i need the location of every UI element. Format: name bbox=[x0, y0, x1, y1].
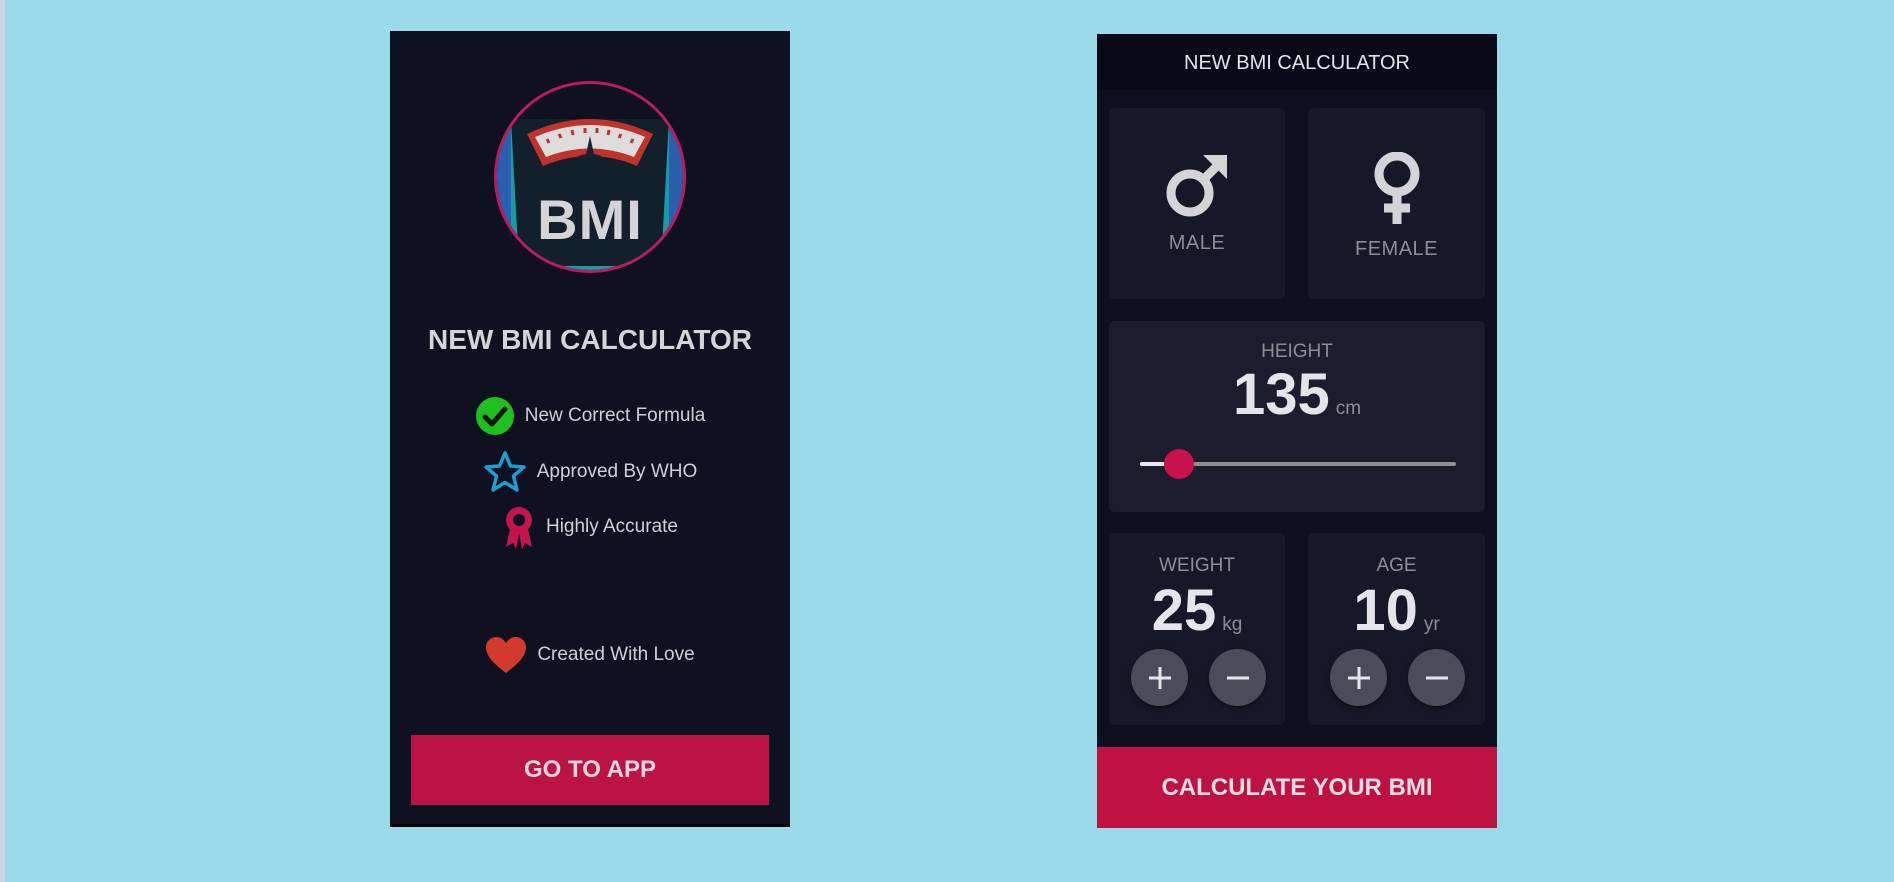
love-label: Created With Love bbox=[537, 644, 695, 665]
feature-correct-formula: New Correct Formula bbox=[390, 396, 790, 436]
height-unit: cm bbox=[1335, 398, 1362, 419]
app-title: NEW BMI CALCULATOR bbox=[1184, 51, 1410, 74]
feature-label: New Correct Formula bbox=[524, 405, 706, 426]
weight-card: WEIGHT 25 kg bbox=[1109, 533, 1285, 725]
award-ribbon-icon bbox=[505, 507, 532, 549]
height-label: HEIGHT bbox=[1261, 341, 1333, 362]
female-symbol-icon bbox=[1374, 152, 1419, 224]
female-label: FEMALE bbox=[1354, 238, 1439, 260]
height-slider-thumb[interactable] bbox=[1164, 449, 1194, 479]
age-card: AGE 10 yr bbox=[1308, 533, 1485, 725]
age-unit: yr bbox=[1423, 614, 1440, 635]
age-label: AGE bbox=[1376, 555, 1417, 576]
plus-icon bbox=[1148, 666, 1171, 689]
check-circle-icon bbox=[475, 397, 514, 435]
weight-increase-button[interactable] bbox=[1131, 649, 1188, 706]
splash-screen: BMI NEW BMI CALCULATOR New Correct Formu… bbox=[390, 31, 790, 824]
calculator-screen: NEW BMI CALCULATOR MALE FEMALE HEIGHT 13… bbox=[1097, 34, 1497, 828]
star-outline-icon bbox=[484, 451, 526, 492]
height-value: 135 bbox=[1232, 362, 1330, 427]
feature-highly-accurate: Highly Accurate bbox=[390, 507, 790, 549]
weight-decrease-button[interactable] bbox=[1209, 649, 1266, 706]
plus-icon bbox=[1347, 666, 1370, 689]
height-readout: 135 cm bbox=[1109, 361, 1485, 428]
splash-title: NEW BMI CALCULATOR bbox=[427, 324, 753, 355]
feature-approved-who: Approved By WHO bbox=[390, 451, 790, 492]
minus-icon bbox=[1425, 676, 1448, 679]
male-symbol-icon bbox=[1166, 155, 1227, 217]
logo-text: BMI bbox=[537, 188, 643, 251]
weight-unit: kg bbox=[1222, 614, 1243, 635]
weight-value: 25 bbox=[1151, 578, 1217, 643]
app-bar: NEW BMI CALCULATOR bbox=[1097, 34, 1497, 90]
feature-label: Approved By WHO bbox=[536, 461, 698, 482]
weight-label: WEIGHT bbox=[1159, 555, 1235, 576]
age-decrease-button[interactable] bbox=[1408, 649, 1465, 706]
age-readout: 10 yr bbox=[1308, 577, 1485, 644]
created-with-love: Created With Love bbox=[390, 635, 790, 675]
age-increase-button[interactable] bbox=[1330, 649, 1387, 706]
heart-icon bbox=[486, 637, 527, 673]
go-to-app-button[interactable]: GO TO APP bbox=[411, 735, 769, 805]
height-card: HEIGHT 135 cm bbox=[1109, 321, 1485, 512]
feature-label: Highly Accurate bbox=[545, 516, 678, 537]
calculate-bmi-button[interactable]: CALCULATE YOUR BMI bbox=[1097, 747, 1497, 828]
minus-icon bbox=[1226, 676, 1249, 679]
male-label: MALE bbox=[1168, 232, 1226, 254]
weight-readout: 25 kg bbox=[1109, 577, 1285, 644]
left-edge-strip bbox=[0, 0, 5, 882]
age-value: 10 bbox=[1353, 578, 1418, 643]
male-card[interactable]: MALE bbox=[1109, 108, 1285, 299]
female-card[interactable]: FEMALE bbox=[1308, 108, 1485, 299]
bmi-logo: BMI bbox=[494, 81, 686, 273]
